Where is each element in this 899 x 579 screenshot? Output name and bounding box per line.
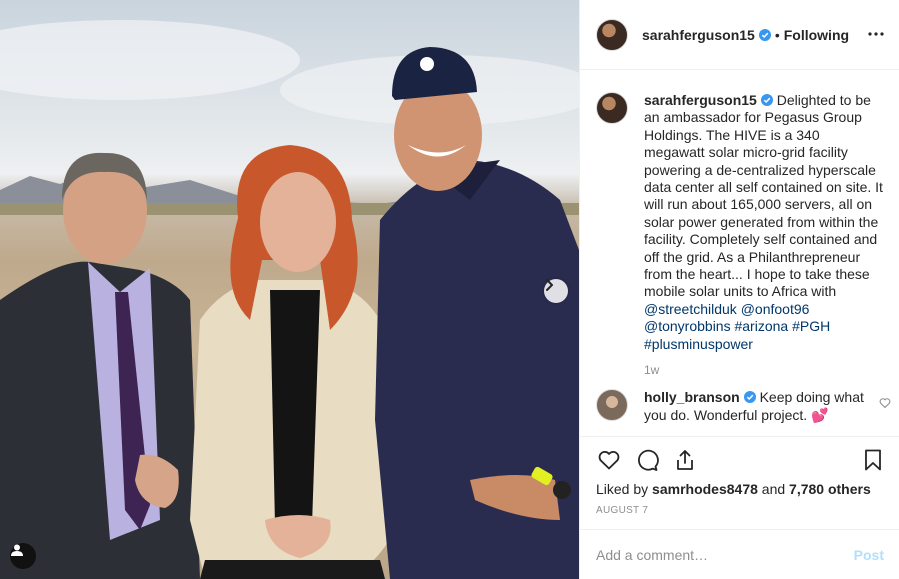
user-tag-icon: [11, 544, 23, 556]
commenter-username[interactable]: holly_branson: [644, 389, 740, 405]
post-actions: Liked by samrhodes8478 and 7,780 others …: [580, 436, 899, 516]
caption-body: Delighted to be an ambassador for Pegasu…: [644, 92, 883, 300]
comment-item: holly_branson Keep doing what you do. Wo…: [596, 389, 891, 424]
likes-summary: Liked by samrhodes8478 and 7,780 others: [596, 481, 884, 497]
post-date[interactable]: AUGUST 7: [596, 505, 884, 516]
mention-onfoot96[interactable]: @onfoot96: [741, 301, 810, 317]
caption: sarahferguson15 Delighted to be an ambas…: [596, 92, 884, 353]
like-button[interactable]: [596, 448, 622, 474]
comments-section[interactable]: sarahferguson15 Delighted to be an ambas…: [580, 70, 899, 436]
verified-badge-icon: [758, 28, 771, 41]
user-tags-button[interactable]: [10, 543, 36, 569]
mention-tonyrobbins[interactable]: @tonyrobbins: [644, 318, 731, 334]
comment-emoji: 💕: [811, 406, 829, 423]
caption-text: sarahferguson15 Delighted to be an ambas…: [644, 92, 884, 353]
photo-illustration: [0, 20, 579, 579]
post-details-panel: sarahferguson15 • Following sarahferguso…: [579, 0, 899, 579]
heart-icon: [598, 451, 620, 470]
post-photo[interactable]: [0, 0, 579, 579]
author-avatar[interactable]: [596, 18, 628, 51]
comment-text: holly_branson Keep doing what you do. Wo…: [644, 389, 874, 424]
instagram-post-modal: sarahferguson15 • Following sarahferguso…: [0, 0, 899, 579]
carousel-next-button[interactable]: [544, 279, 568, 303]
more-options-button[interactable]: [864, 22, 888, 46]
verified-badge-icon: [760, 94, 773, 106]
hashtag-pgh[interactable]: #PGH: [792, 318, 830, 334]
likes-user-link[interactable]: samrhodes8478: [652, 481, 758, 497]
caption-timestamp[interactable]: 1w: [644, 363, 884, 377]
likes-middle: and: [757, 481, 790, 497]
commenter-avatar[interactable]: [596, 389, 628, 422]
share-icon: [677, 450, 693, 470]
hashtag-arizona[interactable]: #arizona: [734, 318, 788, 334]
add-comment-bar: Post: [580, 529, 899, 579]
share-button[interactable]: [672, 448, 698, 474]
caption-author-avatar[interactable]: [596, 92, 628, 124]
likes-prefix: Liked by: [596, 481, 653, 497]
like-comment-button[interactable]: [878, 397, 892, 411]
header-separator: •: [774, 26, 780, 43]
post-header: sarahferguson15 • Following: [580, 0, 899, 70]
verified-badge-icon: [743, 391, 756, 404]
more-options-icon: [868, 32, 884, 36]
mention-streetchilduk[interactable]: @streetchilduk: [644, 301, 737, 317]
caption-username[interactable]: sarahferguson15: [644, 92, 757, 108]
action-icons-row: [596, 437, 884, 485]
author-username[interactable]: sarahferguson15: [642, 27, 755, 43]
comment-button[interactable]: [634, 448, 660, 474]
following-button[interactable]: Following: [784, 27, 849, 43]
post-comment-button[interactable]: Post: [854, 547, 884, 563]
bookmark-icon: [865, 449, 881, 471]
comment-input[interactable]: [596, 546, 854, 563]
comment-icon: [638, 449, 659, 471]
likes-others-link[interactable]: 7,780 others: [789, 481, 871, 497]
save-button[interactable]: [860, 448, 886, 474]
chevron-right-icon: [546, 279, 553, 291]
hashtag-plusminuspower[interactable]: #plusminuspower: [644, 336, 753, 352]
heart-icon: [879, 398, 891, 409]
